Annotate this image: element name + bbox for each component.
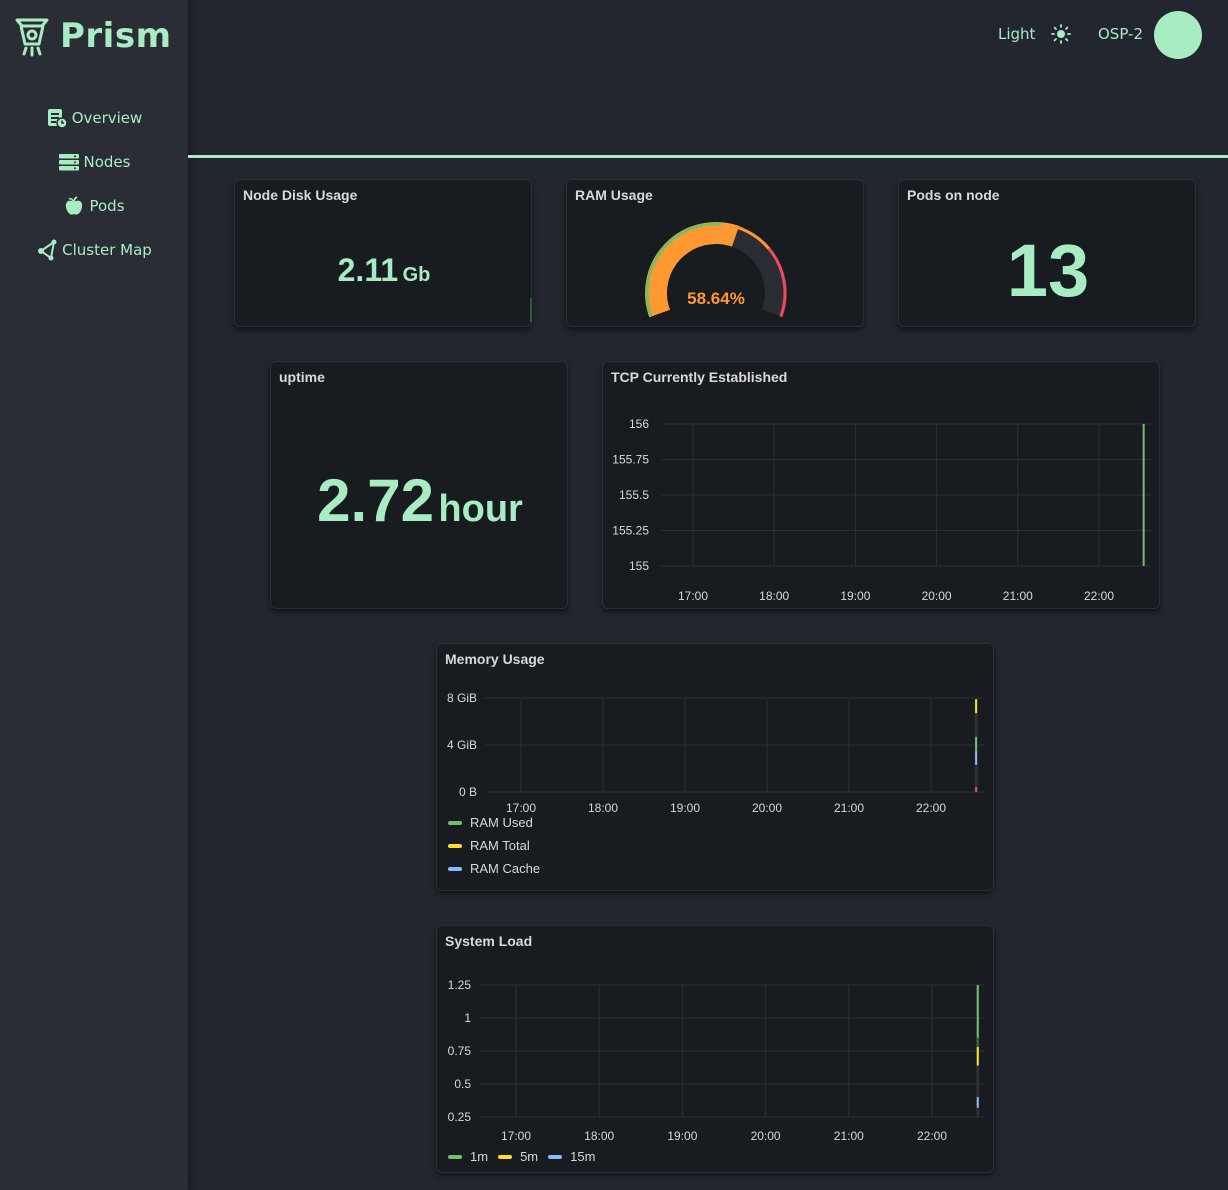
y-tick-label: 156: [629, 417, 649, 431]
y-tick-label: 0.25: [448, 1110, 472, 1124]
theme-toggle[interactable]: Light: [998, 24, 1072, 44]
y-tick-label: 1: [464, 1011, 471, 1025]
memory-usage-panel: Memory Usage 8 GiB 4 GiB 0 B 17:00 18:00 19:0…: [436, 643, 994, 891]
sidebar-item-label: Pods: [89, 197, 125, 215]
x-tick-label: 19:00: [670, 801, 700, 815]
legend-swatch: [448, 820, 462, 825]
x-tick-label: 22:00: [916, 801, 946, 815]
y-tick-label: 155.5: [619, 488, 649, 502]
legend-label: RAM Cache: [470, 861, 541, 876]
x-tick-label: 18:00: [584, 1129, 614, 1143]
panel-title: Node Disk Usage: [243, 187, 358, 203]
uptime-unit: hour: [438, 488, 523, 530]
legend-swatch: [448, 1154, 462, 1159]
x-tick-label: 21:00: [834, 1129, 864, 1143]
pods-count: 13: [1006, 229, 1090, 312]
memory-legend: RAM Used RAM Total RAM Cache: [448, 811, 540, 880]
panel-title: Pods on node: [907, 187, 1000, 203]
x-tick-label: 20:00: [922, 589, 952, 603]
memory-chart: 8 GiB4 GiB0 B17:00 18:00 19:00 20:00 21:00 22…: [447, 691, 985, 815]
y-tick-label: 0 B: [459, 785, 477, 799]
legend-item-15m[interactable]: 15m: [548, 1145, 595, 1168]
sidebar-item-pods[interactable]: Pods: [0, 184, 188, 228]
panel-title: uptime: [279, 369, 325, 385]
tcp-established-panel: TCP Currently Established 156 155.75 155.5…: [602, 361, 1160, 609]
y-tick-label: 0.5: [454, 1077, 471, 1091]
tcp-chart: 156 155.75 155.5 155.25 155 17:00 18:00 19:00 20…: [612, 417, 1151, 603]
x-tick-label: 21:00: [834, 801, 864, 815]
sidebar: Prism Overview Nodes Pods Cluster Map: [0, 0, 188, 1190]
theme-label: Light: [998, 25, 1036, 43]
legend-label: RAM Used: [470, 815, 533, 830]
x-tick-label: 19:00: [667, 1129, 697, 1143]
legend-label: 1m: [470, 1149, 489, 1164]
ram-usage-panel: RAM Usage 58.64%: [566, 179, 864, 327]
top-header: Light OSP-2: [188, 0, 1228, 158]
y-tick-label: 0.75: [448, 1044, 472, 1058]
disk-usage-panel: Node Disk Usage 2.11 Gb: [234, 179, 532, 327]
y-tick-label: 155.25: [612, 524, 649, 538]
x-tick-label: 17:00: [501, 1129, 531, 1143]
system-load-chart: 1.25 1 0.75 0.5 0.25 17:00 18:00 19:00 20:00 21:0…: [448, 978, 985, 1143]
x-tick-label: 20:00: [751, 1129, 781, 1143]
x-tick-label: 22:00: [917, 1129, 947, 1143]
legend-label: RAM Total: [470, 838, 530, 853]
load-legend: 1m 5m 15m: [448, 1145, 605, 1168]
apple-icon: [66, 196, 83, 215]
server-stack-icon: [58, 154, 79, 171]
document-chart-icon: [47, 109, 68, 129]
y-tick-label: 8 GiB: [447, 691, 477, 705]
legend-label: 15m: [570, 1149, 596, 1164]
x-tick-label: 19:00: [840, 589, 870, 603]
legend-item-ram-used[interactable]: RAM Used: [448, 811, 540, 834]
x-tick-label: 18:00: [759, 589, 789, 603]
sidebar-item-nodes[interactable]: Nodes: [0, 140, 188, 184]
legend-swatch: [548, 1154, 563, 1159]
legend-item-ram-total[interactable]: RAM Total: [448, 834, 540, 857]
ram-usage-value: 58.64%: [687, 289, 745, 308]
pods-on-node-panel: Pods on node 13: [898, 179, 1196, 327]
legend-swatch: [448, 843, 462, 848]
uptime-value: 2.72 hour: [271, 466, 569, 535]
sparkline-stub: [530, 298, 532, 322]
disk-usage-number: 2.11: [337, 252, 399, 288]
y-tick-label: 4 GiB: [447, 738, 477, 752]
user-name[interactable]: OSP-2: [1098, 25, 1143, 43]
disk-usage-unit: Gb: [402, 264, 431, 286]
sidebar-item-label: Nodes: [83, 153, 131, 171]
legend-item-1m[interactable]: 1m: [448, 1145, 488, 1168]
app-logo[interactable]: Prism: [14, 14, 172, 58]
sidebar-item-label: Cluster Map: [62, 241, 152, 259]
x-tick-label: 20:00: [752, 801, 782, 815]
x-tick-label: 17:00: [678, 589, 708, 603]
sidebar-item-overview[interactable]: Overview: [0, 96, 188, 140]
avatar[interactable]: [1154, 11, 1202, 59]
y-tick-label: 155: [629, 559, 649, 573]
legend-item-ram-cache[interactable]: RAM Cache: [448, 857, 540, 880]
disk-usage-value: 2.11 Gb: [235, 252, 533, 289]
system-load-panel: System Load 1.25 1 0.75 0.5 0.25 17:00 18:00 19…: [436, 925, 994, 1173]
legend-swatch: [448, 866, 462, 871]
sun-icon: [1051, 24, 1072, 44]
sidebar-nav: Overview Nodes Pods Cluster Map: [0, 96, 188, 272]
y-tick-label: 155.75: [612, 453, 649, 467]
network-share-icon: [38, 239, 57, 261]
sidebar-item-label: Overview: [71, 109, 143, 127]
x-tick-label: 18:00: [588, 801, 618, 815]
prism-logo-icon: [15, 18, 49, 57]
app-name: Prism: [60, 16, 172, 56]
legend-item-5m[interactable]: 5m: [498, 1145, 538, 1168]
x-tick-label: 21:00: [1003, 589, 1033, 603]
sidebar-item-cluster-map[interactable]: Cluster Map: [0, 228, 188, 272]
legend-swatch: [498, 1154, 513, 1159]
x-tick-label: 22:00: [1084, 589, 1114, 603]
uptime-number: 2.72: [317, 467, 434, 534]
y-tick-label: 1.25: [448, 978, 472, 992]
uptime-panel: uptime 2.72 hour: [270, 361, 568, 609]
legend-label: 5m: [520, 1149, 539, 1164]
